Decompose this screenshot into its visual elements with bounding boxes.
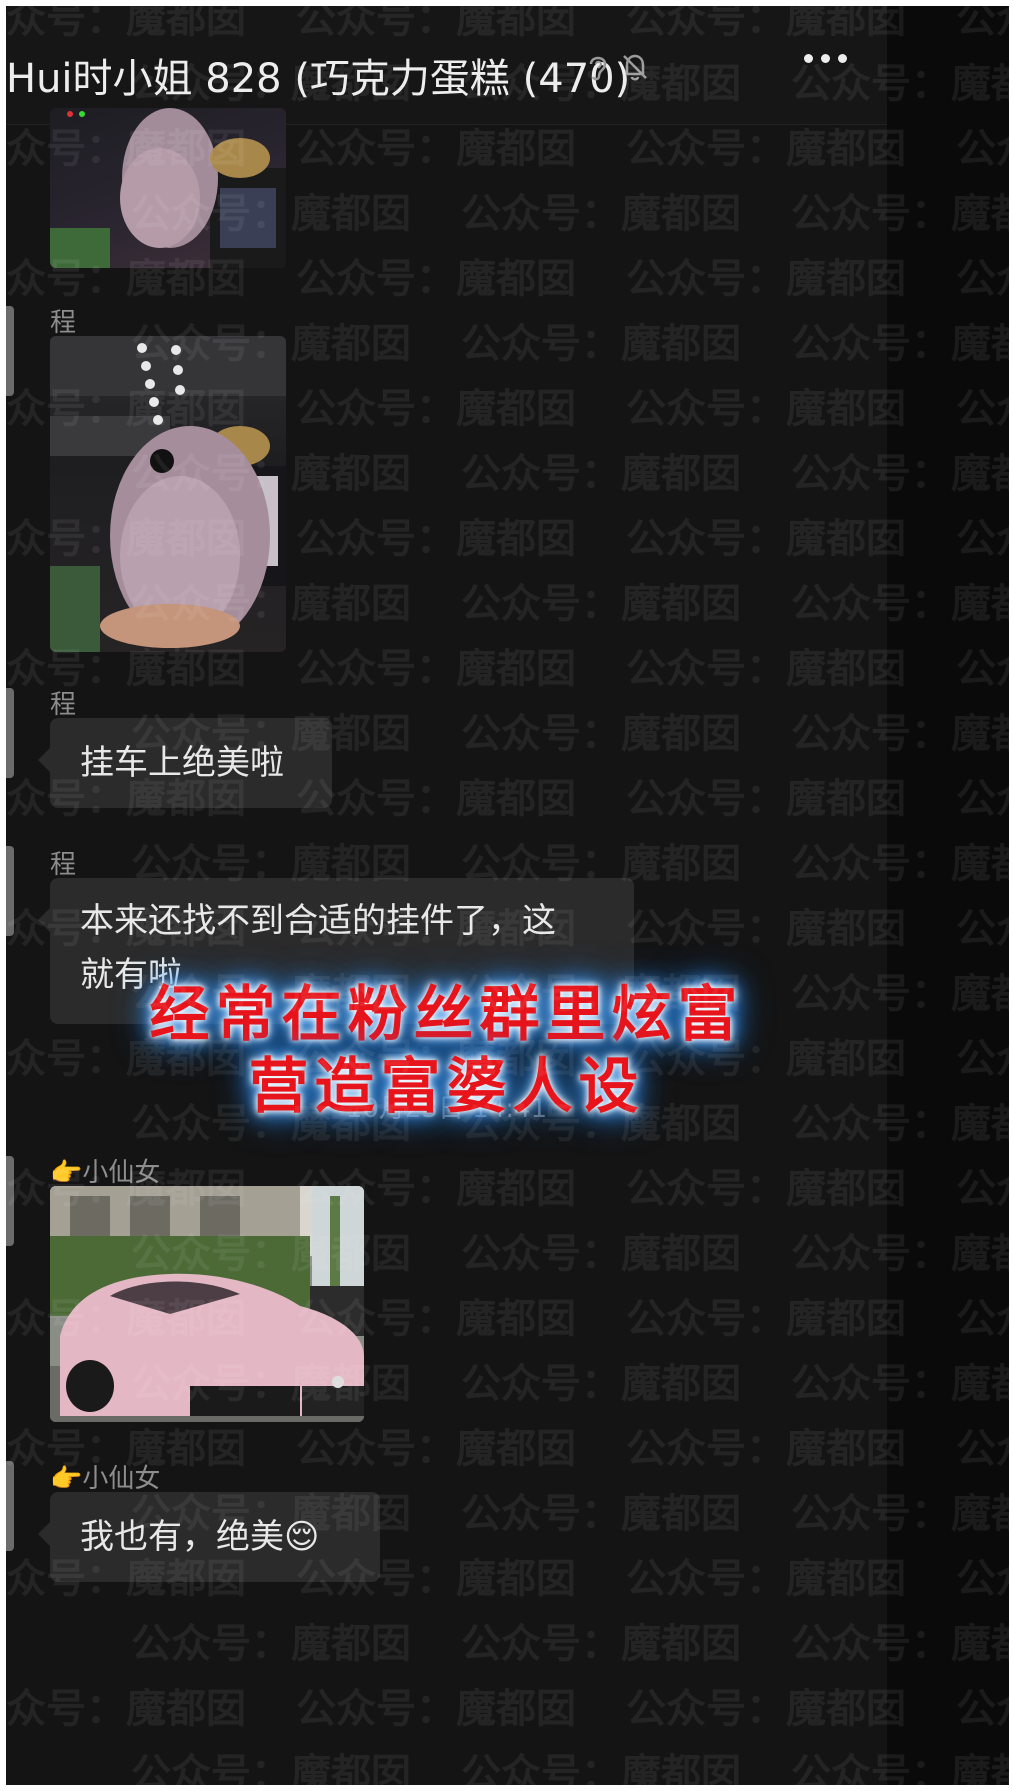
more-options-button[interactable] [804,54,847,63]
sender-name: 程 [50,690,77,720]
ear-icon[interactable] [581,50,615,84]
dot [804,54,813,63]
scroll-marker [6,1156,14,1246]
photo-content [50,108,286,268]
group-title: Hui时小姐 828 (巧克力蛋糕 (470) [6,56,631,102]
screenshot-frame: Hui时小姐 828 (巧克力蛋糕 (470) 程 程 挂车上绝美啦 程 本来还… [0,0,1013,1791]
sender-name: 程 [50,850,77,880]
message-bubble[interactable]: 我也有，绝美😌 [38,1492,380,1582]
message-text: 我也有，绝美😌 [80,1517,320,1557]
message-text: 挂车上绝美啦 [80,743,284,783]
chat-image-pink-car[interactable] [50,1186,364,1422]
overlay-caption-line-2: 营造富婆人设 [248,1052,645,1122]
chat-image-car-charm-1[interactable] [50,108,286,268]
mute-bell-icon[interactable] [618,50,652,84]
sender-name: 程 [50,308,77,338]
right-dark-strip [887,6,1009,1785]
message-bubble[interactable]: 挂车上绝美啦 [38,718,332,808]
scroll-marker [6,1461,14,1551]
message-text-line-1: 本来还找不到合适的挂件了，这 [80,901,556,941]
dot [838,54,847,63]
photo-content [50,336,286,652]
chat-image-car-charm-2[interactable] [50,336,286,652]
scroll-marker [6,306,14,396]
sender-name: 👉小仙女 [50,1464,161,1494]
dot [821,54,830,63]
scroll-marker [6,846,14,936]
sender-name: 👉小仙女 [50,1158,161,1188]
photo-content [50,1186,364,1422]
phone-screen: Hui时小姐 828 (巧克力蛋糕 (470) 程 程 挂车上绝美啦 程 本来还… [6,6,1009,1785]
scroll-marker [6,688,14,778]
chat-area: Hui时小姐 828 (巧克力蛋糕 (470) 程 程 挂车上绝美啦 程 本来还… [6,6,887,1785]
